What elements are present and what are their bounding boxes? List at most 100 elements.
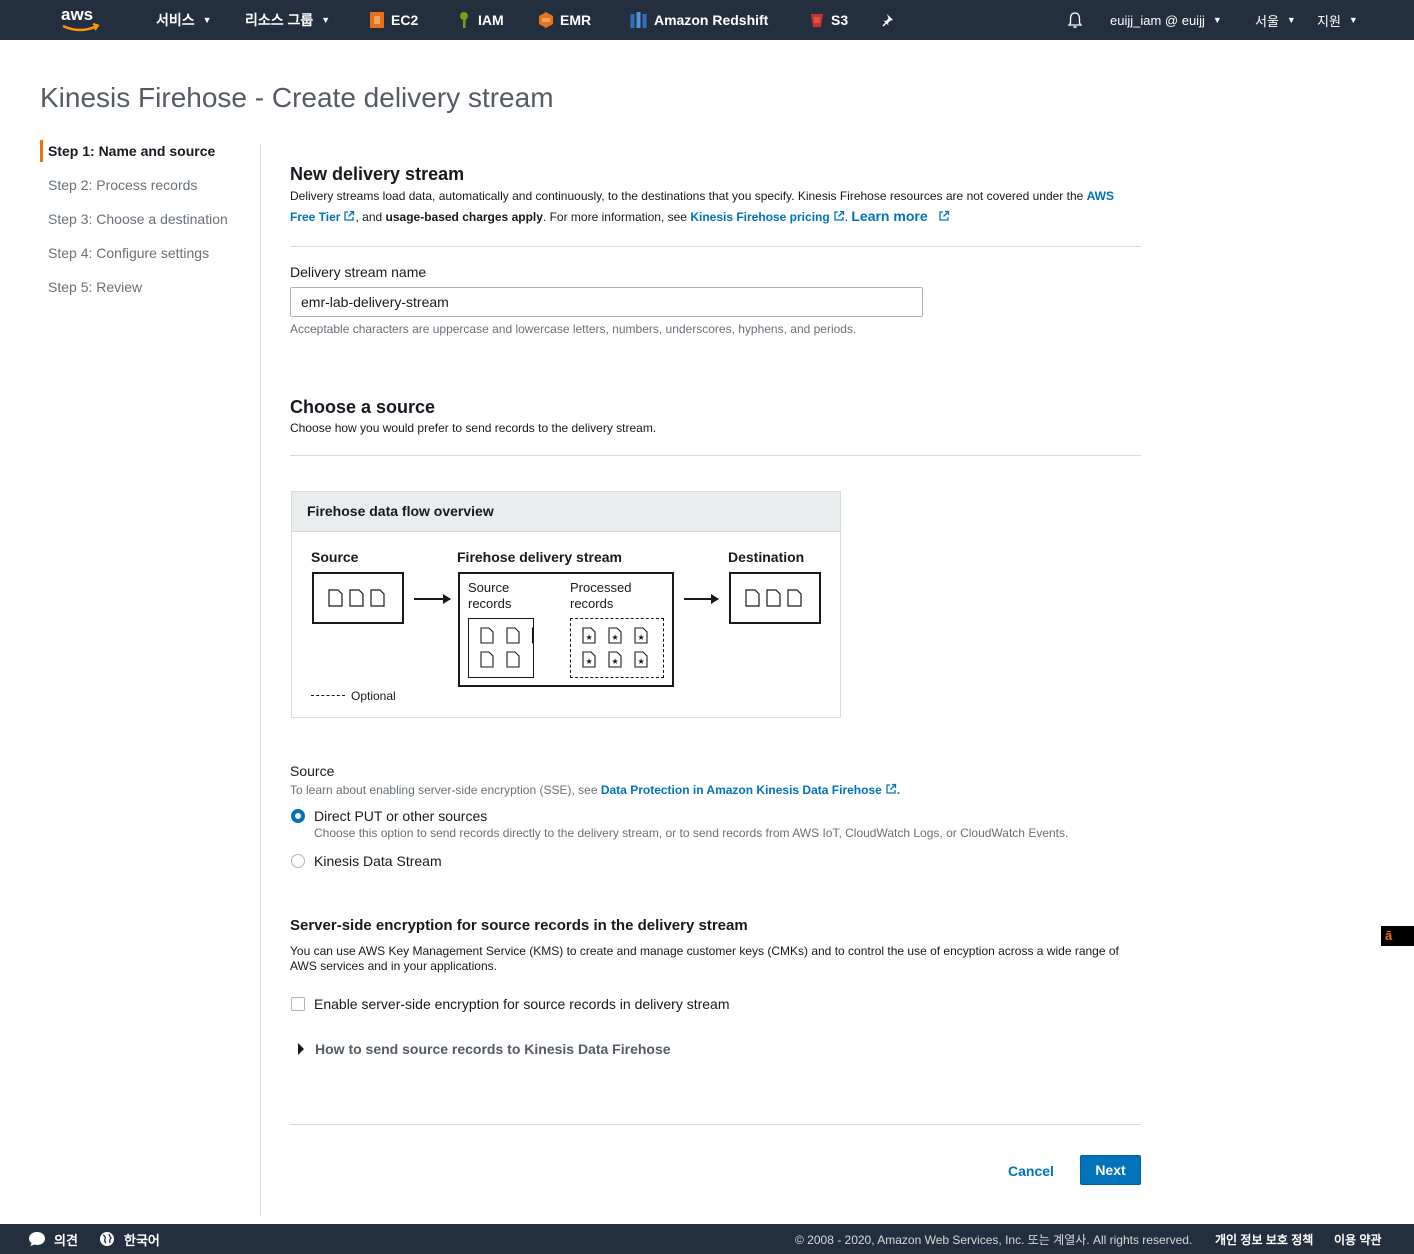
optional-legend-line xyxy=(311,695,345,696)
support-menu[interactable]: 지원 ▼ xyxy=(1317,0,1358,40)
next-button[interactable]: Next xyxy=(1080,1155,1141,1185)
diagram-source-title: Source xyxy=(311,549,359,565)
copyright-text: © 2008 - 2020, Amazon Web Services, Inc.… xyxy=(795,1232,1193,1247)
new-stream-heading: New delivery stream xyxy=(290,164,465,184)
privacy-policy-link[interactable]: 개인 정보 보호 정책 xyxy=(1215,1224,1313,1254)
diagram-stream-box: Source records Processed records ★ ★ ★ ★ ★ ★ xyxy=(458,572,674,687)
globe-icon xyxy=(100,1232,114,1246)
step-process-records[interactable]: Step 2: Process records xyxy=(40,174,228,208)
s3-icon xyxy=(811,14,823,27)
region-menu[interactable]: 서울 ▼ xyxy=(1255,0,1296,40)
sse-checkbox[interactable] xyxy=(291,997,305,1011)
step-choose-destination[interactable]: Step 3: Choose a destination xyxy=(40,208,228,242)
starred-document-icons: ★ ★ ★ ★ ★ ★ xyxy=(582,627,648,668)
source-records-label: Source records xyxy=(468,580,511,612)
kinesis-data-stream-label[interactable]: Kinesis Data Stream xyxy=(314,853,442,869)
kinesis-data-stream-radio[interactable] xyxy=(291,854,305,868)
learn-more-link[interactable]: Learn more xyxy=(851,208,949,224)
processed-records-label: Processed records xyxy=(570,580,631,612)
top-navigation-bar: aws 서비스 ▼ 리소스 그룹 ▼ EC2 IAM EMR Amazon Re… xyxy=(0,0,1414,40)
svg-text:★: ★ xyxy=(612,657,619,666)
region-label: 서울 xyxy=(1255,13,1279,29)
shortcut-emr[interactable]: EMR xyxy=(538,0,591,40)
shortcut-label: S3 xyxy=(831,12,849,28)
how-to-send-expander[interactable]: How to send source records to Kinesis Da… xyxy=(296,1041,671,1057)
diagram-stream-title: Firehose delivery stream xyxy=(457,549,622,565)
arrow-icon xyxy=(684,594,719,604)
desc-text: Delivery streams load data, automaticall… xyxy=(290,189,1087,203)
desc-text: . For more information, see xyxy=(542,210,691,224)
external-link-icon xyxy=(938,210,949,221)
page-title: Kinesis Firehose - Create delivery strea… xyxy=(40,82,554,113)
stream-name-label: Delivery stream name xyxy=(290,264,427,280)
external-link-icon xyxy=(834,210,844,221)
wizard-steps: Step 1: Name and source Step 2: Process … xyxy=(40,140,228,310)
feedback-label: 의견 xyxy=(54,1232,78,1248)
chevron-down-icon: ▼ xyxy=(1348,15,1358,25)
stream-name-hint: Acceptable characters are uppercase and … xyxy=(290,322,857,336)
account-menu[interactable]: euijj_iam @ euijj ▼ xyxy=(1110,0,1222,40)
chevron-down-icon: ▼ xyxy=(321,15,331,25)
direct-put-description: Choose this option to send records direc… xyxy=(314,826,1069,840)
svg-text:★: ★ xyxy=(586,657,593,666)
language-selector[interactable]: 한국어 xyxy=(99,1224,160,1254)
pricing-link[interactable]: Kinesis Firehose pricing xyxy=(690,210,844,224)
notifications-button[interactable] xyxy=(1067,0,1083,40)
footer: 의견 한국어 © 2008 - 2020, Amazon Web Service… xyxy=(0,1224,1414,1254)
processed-records-box: ★ ★ ★ ★ ★ ★ xyxy=(570,618,664,678)
direct-put-label[interactable]: Direct PUT or other sources xyxy=(314,808,487,824)
svg-text:★: ★ xyxy=(612,633,619,642)
speech-bubble-icon xyxy=(29,1232,45,1246)
processed-records-line: Processed xyxy=(570,580,632,595)
direct-put-radio[interactable] xyxy=(291,809,305,823)
sse-checkbox-label[interactable]: Enable server-side encryption for source… xyxy=(314,996,730,1012)
iam-icon xyxy=(460,12,468,28)
shortcut-iam[interactable]: IAM xyxy=(456,0,504,40)
step-review[interactable]: Step 5: Review xyxy=(40,276,228,310)
bell-icon xyxy=(1067,12,1083,28)
source-label: Source xyxy=(290,763,335,779)
document-icons xyxy=(328,589,385,607)
pin-icon xyxy=(882,14,893,27)
divider xyxy=(290,455,1141,456)
chevron-down-icon: ▼ xyxy=(202,15,212,25)
shortcut-ec2[interactable]: EC2 xyxy=(369,0,418,40)
svg-text:aws: aws xyxy=(61,5,93,24)
sidenav-divider xyxy=(260,144,261,1216)
services-menu[interactable]: 서비스 ▼ xyxy=(156,0,212,40)
redshift-icon xyxy=(630,12,647,28)
diagram-destination-title: Destination xyxy=(728,549,805,565)
diagram-destination-box xyxy=(729,572,821,624)
source-hint-text: To learn about enabling server-side encr… xyxy=(290,783,601,797)
resource-groups-menu[interactable]: 리소스 그룹 ▼ xyxy=(245,0,330,40)
shortcut-redshift[interactable]: Amazon Redshift xyxy=(629,0,768,40)
data-protection-link[interactable]: Data Protection in Amazon Kinesis Data F… xyxy=(601,783,897,797)
terms-link[interactable]: 이용 약관 xyxy=(1334,1224,1382,1254)
step-name-and-source[interactable]: Step 1: Name and source xyxy=(40,140,228,174)
data-flow-diagram: Firehose data flow overview Source Fireh… xyxy=(291,491,841,718)
pin-button[interactable] xyxy=(882,0,896,40)
stream-name-input[interactable] xyxy=(290,287,923,317)
ec2-icon xyxy=(370,12,384,28)
source-records-line: Source xyxy=(468,580,510,595)
source-hint: To learn about enabling server-side encr… xyxy=(290,780,900,800)
document-icons xyxy=(480,627,546,668)
aws-logo[interactable]: aws xyxy=(60,0,102,40)
external-link-icon xyxy=(344,210,355,221)
feedback-button[interactable]: 의견 xyxy=(28,1224,78,1254)
free-tier-link-text: Free Tier xyxy=(290,210,341,224)
how-to-send-label: How to send source records to Kinesis Da… xyxy=(315,1041,671,1057)
document-icons xyxy=(745,589,802,607)
cancel-button[interactable]: Cancel xyxy=(1000,1156,1062,1185)
svg-text:★: ★ xyxy=(638,657,645,666)
desc-text: , and xyxy=(355,210,386,224)
side-badge[interactable]: ā xyxy=(1381,926,1414,946)
step-configure-settings[interactable]: Step 4: Configure settings xyxy=(40,242,228,276)
optional-legend-label: Optional xyxy=(351,689,396,703)
shortcut-s3[interactable]: S3 xyxy=(809,0,848,40)
account-label: euijj_iam @ euijj xyxy=(1110,12,1205,28)
source-hint-end: . xyxy=(896,783,901,797)
services-label: 서비스 xyxy=(156,12,195,28)
choose-source-heading: Choose a source xyxy=(290,397,436,417)
language-label: 한국어 xyxy=(124,1232,160,1248)
